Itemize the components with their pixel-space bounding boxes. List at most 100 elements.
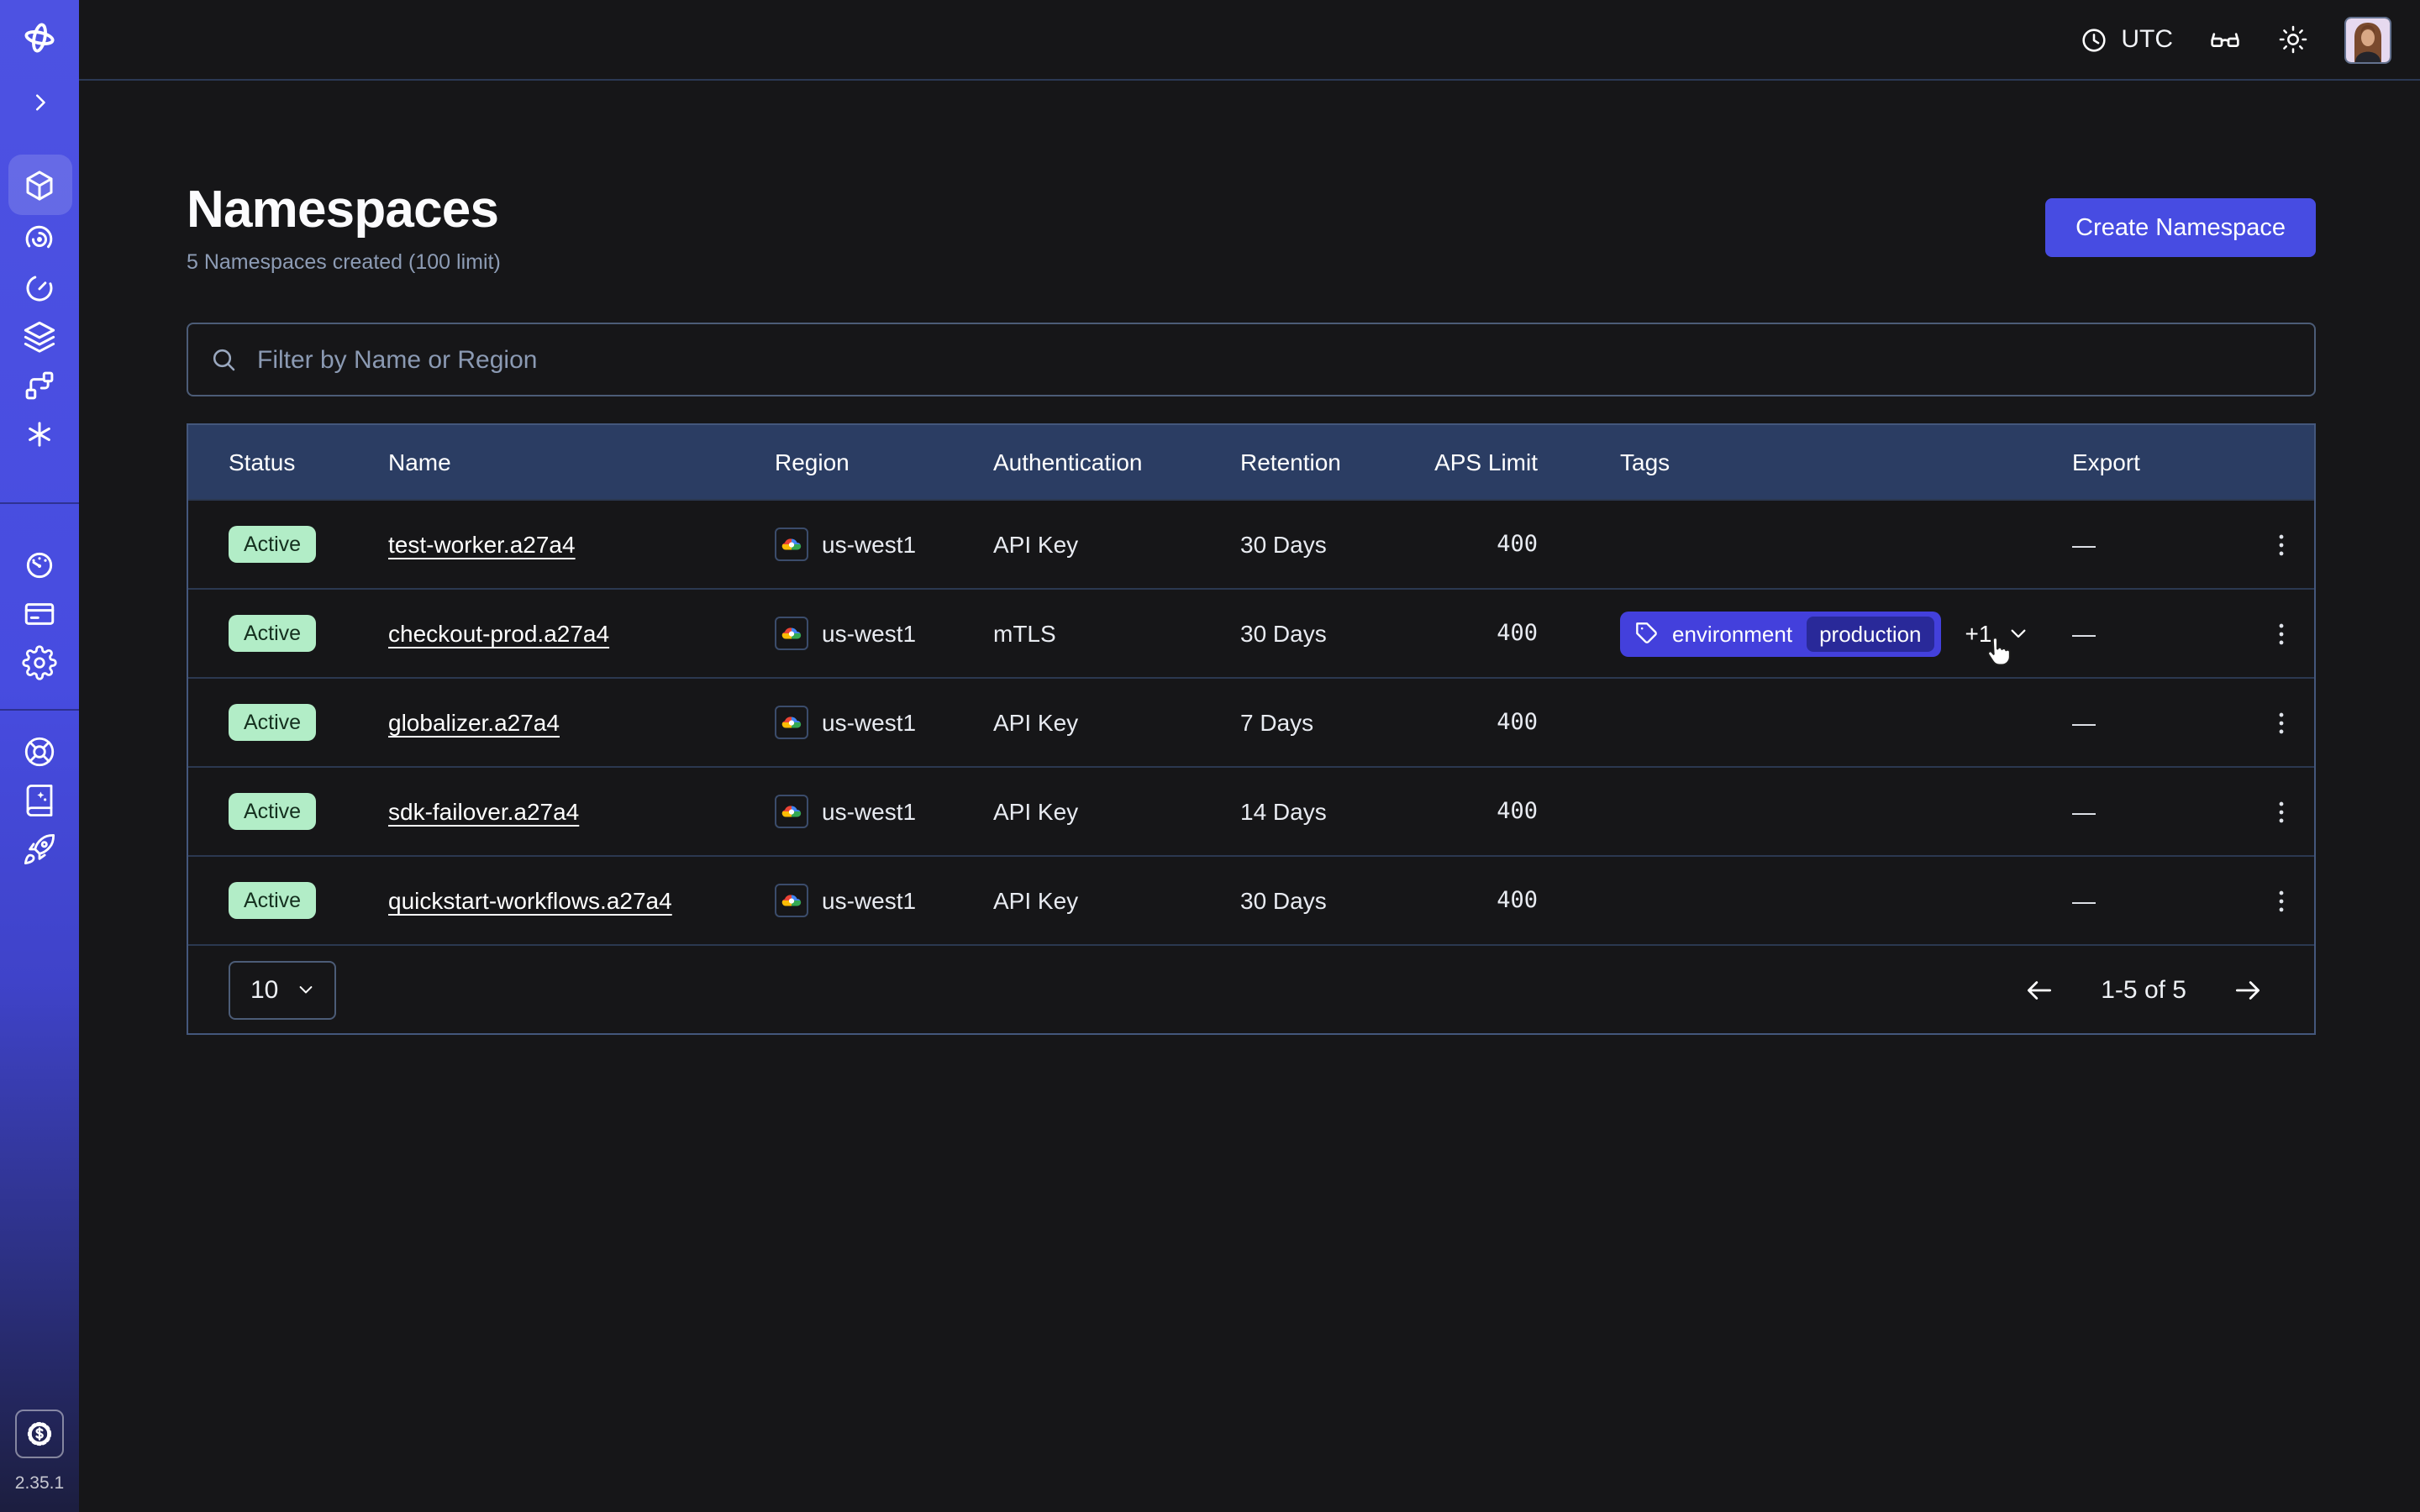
branch-icon (22, 368, 57, 403)
status-badge: Active (229, 615, 316, 652)
tag-key: environment (1672, 621, 1792, 646)
aps-limit-value: 400 (1390, 798, 1581, 825)
sidebar-item-docs[interactable] (8, 776, 71, 825)
gcp-cloud-icon (775, 617, 808, 650)
sidebar-item-settings[interactable] (8, 638, 71, 687)
pagination-range: 1-5 of 5 (2101, 975, 2186, 1004)
temporal-logo-icon[interactable] (8, 13, 71, 62)
topbar: UTC (79, 0, 2420, 81)
status-badge: Active (229, 882, 316, 919)
namespace-link[interactable]: sdk-failover.a27a4 (388, 798, 579, 825)
table-header-row: Status Name Region Authentication Retent… (188, 425, 2314, 499)
sidebar-item-deployments[interactable] (8, 312, 71, 361)
lifebuoy-support-icon (22, 734, 57, 769)
sidebar-expand-chevron-icon[interactable] (8, 77, 71, 126)
sidebar-divider (0, 709, 79, 711)
col-region: Region (733, 449, 951, 475)
table-row: Active checkout-prod.a27a4 us-west1 mTLS… (188, 588, 2314, 677)
region-label: us-west1 (822, 620, 916, 647)
status-badge: Active (229, 793, 316, 830)
user-avatar[interactable] (2344, 16, 2391, 63)
layers-icon (22, 319, 57, 354)
credits-badge-icon[interactable] (15, 1410, 64, 1458)
clock-icon (2079, 24, 2109, 55)
row-menu-kebab-icon[interactable] (2260, 524, 2301, 564)
tags-expand-chevron-icon[interactable] (2005, 620, 2032, 647)
status-badge: Active (229, 704, 316, 741)
retention-value: 7 Days (1198, 709, 1390, 736)
row-menu-kebab-icon[interactable] (2260, 613, 2301, 654)
table-row: Active quickstart-workflows.a27a4 us-wes… (188, 855, 2314, 944)
sidebar-item-getting-started[interactable] (8, 825, 71, 874)
tag-pill[interactable]: environment production (1620, 611, 1942, 656)
sidebar-item-usage[interactable] (8, 541, 71, 590)
col-retention: Retention (1198, 449, 1390, 475)
auth-value: API Key (951, 531, 1198, 558)
sidebar-item-workflows[interactable] (8, 215, 71, 264)
region-label: us-west1 (822, 531, 916, 558)
billing-card-icon (22, 596, 57, 632)
pagination: 1-5 of 5 (2023, 974, 2264, 1005)
create-namespace-button[interactable]: Create Namespace (2045, 198, 2316, 257)
page-header: Namespaces 5 Namespaces created (100 lim… (187, 181, 2316, 274)
table-row: Active test-worker.a27a4 us-west1 API Ke… (188, 499, 2314, 588)
page-subtitle: 5 Namespaces created (100 limit) (187, 250, 501, 274)
auth-value: API Key (951, 887, 1198, 914)
labs-glasses-icon[interactable] (2208, 23, 2242, 56)
auth-value: mTLS (951, 620, 1198, 647)
aps-limit-value: 400 (1390, 620, 1581, 647)
retention-value: 30 Days (1198, 531, 1390, 558)
col-tags: Tags (1581, 449, 2033, 475)
region-label: us-west1 (822, 887, 916, 914)
page-size-select[interactable]: 10 (229, 960, 335, 1019)
next-page-arrow-icon[interactable] (2232, 974, 2264, 1005)
gear-settings-icon (22, 645, 57, 680)
table-footer: 10 1-5 of 5 (188, 944, 2314, 1033)
sidebar-item-billing[interactable] (8, 590, 71, 638)
gcp-cloud-icon (775, 884, 808, 917)
spiral-workflows-icon (22, 222, 57, 257)
asterisk-icon (22, 417, 57, 452)
sidebar-item-batch[interactable] (8, 410, 71, 459)
page-size-value: 10 (250, 975, 278, 1004)
col-authentication: Authentication (951, 449, 1198, 475)
table-row: Active sdk-failover.a27a4 us-west1 API K… (188, 766, 2314, 855)
main-content: Namespaces 5 Namespaces created (100 lim… (79, 82, 2420, 1512)
cube-namespaces-icon (22, 167, 57, 202)
auth-value: API Key (951, 709, 1198, 736)
aps-limit-value: 400 (1390, 709, 1581, 736)
row-menu-kebab-icon[interactable] (2260, 702, 2301, 743)
aps-limit-value: 400 (1390, 531, 1581, 558)
theme-sun-icon[interactable] (2277, 24, 2309, 55)
col-name: Name (346, 449, 733, 475)
sidebar-item-nexus[interactable] (8, 361, 71, 410)
col-status: Status (188, 449, 346, 475)
namespace-link[interactable]: test-worker.a27a4 (388, 531, 576, 558)
retention-value: 30 Days (1198, 887, 1390, 914)
retention-value: 14 Days (1198, 798, 1390, 825)
row-menu-kebab-icon[interactable] (2260, 880, 2301, 921)
filter-input[interactable] (254, 344, 2294, 375)
retention-value: 30 Days (1198, 620, 1390, 647)
gauge-usage-icon (22, 548, 57, 583)
prev-page-arrow-icon[interactable] (2023, 974, 2055, 1005)
sidebar-item-schedules[interactable] (8, 264, 71, 312)
gcp-cloud-icon (775, 795, 808, 828)
region-label: us-west1 (822, 709, 916, 736)
tag-icon (1635, 622, 1659, 645)
export-value: — (2033, 620, 2242, 647)
tags-more-count: +1 (1965, 620, 1992, 647)
namespace-link[interactable]: globalizer.a27a4 (388, 709, 560, 736)
namespace-link[interactable]: checkout-prod.a27a4 (388, 620, 609, 647)
col-aps-limit: APS Limit (1390, 449, 1581, 475)
sidebar-item-support[interactable] (8, 727, 71, 776)
export-value: — (2033, 709, 2242, 736)
tag-value: production (1806, 616, 1934, 651)
sidebar-item-namespaces[interactable] (8, 155, 71, 215)
namespace-link[interactable]: quickstart-workflows.a27a4 (388, 887, 672, 914)
gcp-cloud-icon (775, 706, 808, 739)
timezone-selector[interactable]: UTC (2079, 24, 2173, 55)
row-menu-kebab-icon[interactable] (2260, 791, 2301, 832)
filter-searchbar (187, 323, 2316, 396)
col-export: Export (2033, 449, 2242, 475)
